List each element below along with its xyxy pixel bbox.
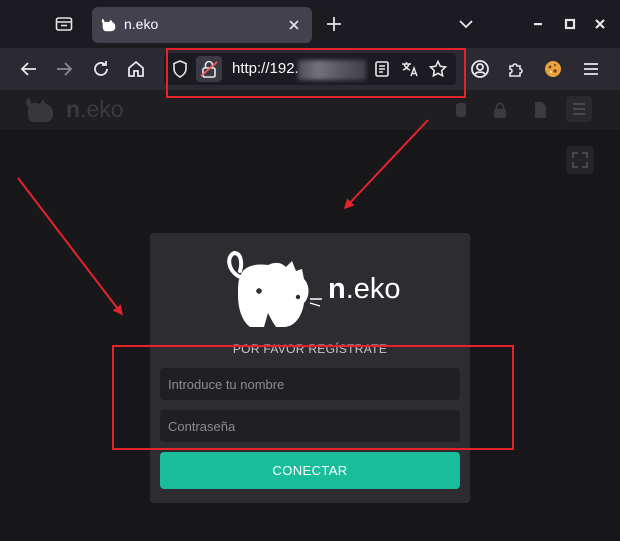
arrow-to-url (343, 119, 429, 210)
neko-menu-button[interactable] (566, 96, 592, 122)
connect-button[interactable]: CONECTAR (160, 452, 460, 489)
window-close-icon[interactable] (590, 14, 610, 34)
plus-icon[interactable] (324, 14, 344, 34)
back-arrow-icon[interactable] (18, 58, 40, 80)
close-icon[interactable] (286, 17, 302, 33)
hamburger-icon[interactable] (580, 58, 602, 80)
file-icon[interactable] (531, 101, 549, 119)
login-brand: n.eko (328, 273, 401, 305)
neko-favicon-icon (100, 16, 118, 34)
screen: n.eko http://192. n.eko n.eko POR FAVOR … (0, 0, 620, 541)
tab-title: n.eko (124, 16, 159, 32)
cursor-control-icon[interactable] (452, 101, 470, 119)
fullscreen-icon[interactable] (566, 146, 594, 174)
neko-cat-logo-icon (224, 243, 332, 335)
neko-logo-icon (24, 95, 58, 129)
account-icon[interactable] (469, 58, 491, 80)
forward-arrow-icon[interactable] (53, 58, 75, 80)
browser-tab[interactable]: n.eko (92, 7, 312, 43)
puzzle-icon[interactable] (505, 58, 527, 80)
form-highlight-box (112, 345, 514, 450)
neko-header-brand: n.eko (66, 96, 124, 122)
tab-strip: n.eko (0, 0, 620, 48)
minimize-icon[interactable] (528, 14, 548, 34)
chevron-down-icon[interactable] (456, 14, 476, 34)
arrow-to-form (17, 177, 123, 316)
lock-icon[interactable] (491, 101, 509, 119)
url-highlight-box (166, 48, 466, 98)
cookie-extension-icon[interactable] (542, 58, 564, 80)
tab-list-icon[interactable] (53, 13, 75, 35)
maximize-icon[interactable] (560, 14, 580, 34)
home-icon[interactable] (125, 58, 147, 80)
reload-icon[interactable] (90, 58, 112, 80)
